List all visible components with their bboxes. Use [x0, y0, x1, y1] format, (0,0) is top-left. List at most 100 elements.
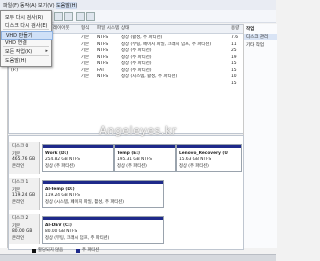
- disk-size: 80.00 GB: [12, 229, 33, 234]
- disk-state: 온라인: [12, 236, 25, 241]
- cell-type: 기본: [81, 74, 90, 79]
- disk-row: 디스크 0 기본 465.76 GB 온라인 Work (D:) 254.82 …: [9, 142, 243, 174]
- cell-filesystem: NTFS: [97, 54, 109, 60]
- volume-block[interactable]: Work (D:) 254.82 GB NTFS 정상 (주 파티션): [42, 144, 114, 172]
- cell-capacity: 10: [231, 74, 237, 79]
- volume-name: AI-DEV (C:): [45, 223, 72, 228]
- volume-size: 119.24 GB NTFS: [45, 193, 81, 198]
- volume-status: 정상 (시스템, 페이지 파일, 활성, 주 파티션): [45, 200, 124, 205]
- cell-type: 기본: [81, 41, 90, 47]
- back-icon[interactable]: [54, 12, 63, 21]
- disk-state: 온라인: [12, 164, 25, 169]
- partition-bar: [177, 145, 241, 148]
- menu-separator: [3, 46, 49, 47]
- cell-status: 정상 (활성, 주 파티션): [121, 35, 163, 40]
- volume-block[interactable]: AI-DEV (C:) 80.00 GB NTFS 정상 (부팅, 크래시 덤프…: [42, 216, 164, 244]
- volume-name: Work (D:): [45, 151, 69, 156]
- volume-size: 195.31 GB NTFS: [117, 157, 153, 162]
- col-status[interactable]: 상태: [119, 25, 230, 34]
- menu-item-refresh[interactable]: 모두 다시 검사(R): [5, 14, 43, 21]
- cell-filesystem: NTFS: [97, 41, 109, 47]
- menu-file[interactable]: 파일(F): [3, 2, 19, 9]
- table-row[interactable]: (F:) 기본 FAT 정상 (주 파티션) 15: [9, 68, 243, 74]
- actions-disk-management[interactable]: 디스크 관리: [244, 34, 277, 40]
- cell-capacity: 7.6: [231, 35, 238, 40]
- disk-graph-view[interactable]: 디스크 0 기본 465.76 GB 온라인 Work (D:) 254.82 …: [8, 135, 244, 250]
- disk-size: 119.24 GB: [12, 193, 36, 198]
- col-type[interactable]: 형식: [79, 25, 96, 34]
- col-filesystem[interactable]: 파일 시스템: [95, 25, 120, 34]
- cell-filesystem: NTFS: [97, 61, 109, 66]
- volume-status: 정상 (주 파티션): [179, 164, 209, 169]
- cell-status: 정상 (부팅, 페이지 파일, 크래시 덤프, 주 파티션): [121, 41, 212, 47]
- legend-swatch-primary: [76, 249, 80, 253]
- disk-label[interactable]: 디스크 1 기본 119.24 GB 온라인: [9, 178, 40, 210]
- volume-size: 254.82 GB NTFS: [45, 157, 81, 162]
- cell-type: 기본: [81, 48, 90, 53]
- actions-more[interactable]: 기타 작업: [246, 42, 264, 48]
- cell-capacity: 25: [231, 48, 237, 53]
- forward-icon[interactable]: [64, 12, 73, 21]
- cell-capacity: 15: [231, 67, 237, 73]
- partition-bar: [43, 181, 163, 184]
- table-row[interactable]: 기본 NTFS 정상 (시스템, 활성, 주 파티션) 10: [9, 74, 243, 80]
- watermark-text: Angeleyes.kr: [99, 124, 177, 137]
- disk-label[interactable]: 디스크 0 기본 465.76 GB 온라인: [9, 142, 40, 174]
- col-capacity[interactable]: 용량: [229, 25, 244, 34]
- menu-view[interactable]: 보기(V): [38, 2, 55, 9]
- menu-help[interactable]: 도움말(H): [56, 2, 78, 9]
- menu-item-help[interactable]: 도움말(H): [5, 57, 26, 64]
- properties-icon[interactable]: [76, 12, 85, 21]
- cell-type: 기본: [81, 35, 90, 40]
- volume-size: 80.00 GB NTFS: [45, 229, 78, 234]
- action-dropdown-menu: 모두 다시 검사(R) 디스크 다시 검사(E) VHD 만들기 VHD 연결 …: [0, 10, 53, 67]
- cell-status: 정상 (시스템, 활성, 주 파티션): [121, 74, 178, 79]
- menu-item-rescan[interactable]: 디스크 다시 검사(E): [5, 22, 47, 29]
- cell-status: 정상 (주 파티션): [121, 61, 152, 66]
- actions-header: 작업: [246, 27, 255, 32]
- cell-filesystem: NTFS: [97, 35, 109, 40]
- volume-name: AI-Temp (D:): [45, 187, 75, 192]
- partition-bar: [43, 145, 113, 148]
- volume-status: 정상 (주 파티션): [45, 164, 75, 169]
- help-icon[interactable]: [86, 12, 95, 21]
- volume-name: Lenovo_Recovery (U: [179, 151, 228, 156]
- partition-bar: [43, 217, 163, 220]
- menu-separator: [3, 29, 49, 30]
- legend-swatch-unallocated: [32, 249, 36, 253]
- cell-type: 기본: [81, 54, 90, 60]
- cell-filesystem: FAT: [97, 67, 105, 73]
- disk-state: 온라인: [12, 200, 25, 205]
- cell-capacity: 11: [231, 41, 237, 47]
- partition-bar: [115, 145, 175, 148]
- volume-block[interactable]: Lenovo_Recovery (U 15.63 GB NTFS 정상 (주 파…: [176, 144, 242, 172]
- disk-name: 디스크 0: [12, 144, 29, 149]
- cell-capacity: 15: [231, 61, 237, 66]
- submenu-arrow-icon: ▸: [45, 48, 48, 54]
- cell-status: 정상 (주 파티션): [121, 54, 152, 60]
- table-row[interactable]: 15: [9, 81, 243, 87]
- volume-block[interactable]: Temp (E:) 195.31 GB NTFS 정상 (주 파티션): [114, 144, 176, 172]
- volume-status: 정상 (주 파티션): [117, 164, 147, 169]
- disk-name: 디스크 2: [12, 216, 29, 221]
- menu-action[interactable]: 동작(A): [20, 2, 37, 9]
- cell-capacity: 19: [231, 54, 237, 60]
- cell-filesystem: NTFS: [97, 48, 109, 53]
- cell-filesystem: NTFS: [97, 74, 109, 79]
- cell-type: 기본: [81, 67, 90, 73]
- cell-status: 정상 (주 파티션): [121, 67, 152, 73]
- volume-block[interactable]: AI-Temp (D:) 119.24 GB NTFS 정상 (시스템, 페이지…: [42, 180, 164, 208]
- cell-capacity: 15: [231, 80, 237, 86]
- menu-separator: [3, 55, 49, 56]
- menu-item-attach-vhd[interactable]: VHD 연결: [5, 39, 27, 46]
- menu-item-all-tasks[interactable]: 모든 작업(K): [5, 48, 32, 55]
- col-layout[interactable]: 레이아웃: [51, 25, 80, 34]
- disk-size: 465.76 GB: [12, 157, 36, 162]
- disk-name: 디스크 1: [12, 180, 29, 185]
- volume-size: 15.63 GB NTFS: [179, 157, 212, 162]
- volume-status: 정상 (부팅, 크래시 덤프, 주 파티션): [45, 236, 110, 241]
- cell-status: 정상 (주 파티션): [121, 48, 152, 53]
- volume-name: Temp (E:): [117, 151, 140, 156]
- cell-volume: (F:): [11, 67, 19, 73]
- disk-label[interactable]: 디스크 2 기본 80.00 GB 온라인: [9, 214, 40, 244]
